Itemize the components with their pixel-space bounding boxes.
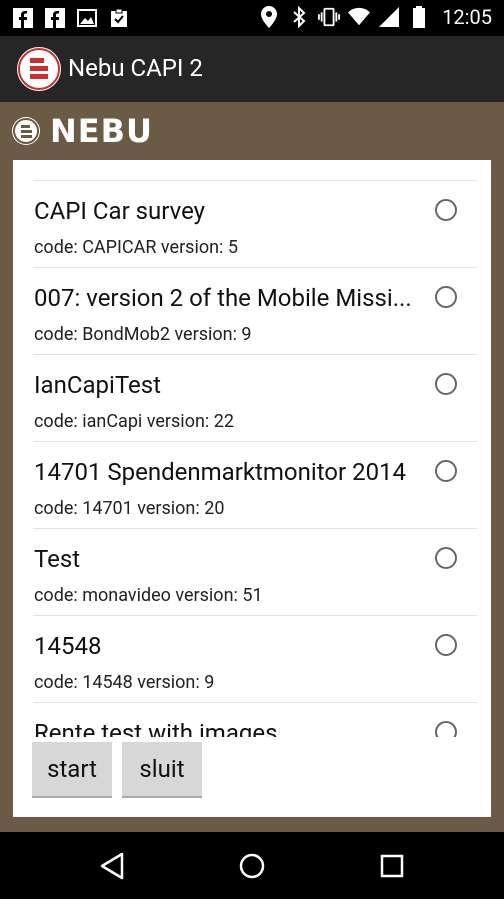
radio-button[interactable] — [435, 634, 457, 656]
radio-button[interactable] — [435, 721, 457, 737]
survey-list[interactable]: CAPI Car survey code: CAPICAR version: 5 0… — [33, 180, 477, 737]
list-item[interactable]: CAPI Car survey code: CAPICAR version: 5 — [33, 181, 477, 268]
wifi-icon — [348, 6, 371, 28]
survey-card: CAPI Car survey code: CAPICAR version: 5 0… — [13, 160, 491, 817]
start-button[interactable]: start — [32, 742, 112, 798]
app-bar: Nebu CAPI 2 — [0, 36, 504, 102]
survey-meta: code: 14548 version: 9 — [34, 672, 215, 693]
list-item[interactable]: Test code: monavideo version: 51 — [33, 529, 477, 616]
bluetooth-icon — [288, 6, 310, 28]
radio-button[interactable] — [435, 286, 457, 308]
radio-button[interactable] — [435, 199, 457, 221]
survey-meta: code: BondMob2 version: 9 — [34, 324, 252, 345]
location-icon — [258, 6, 280, 28]
list-item[interactable]: IanCapiTest code: ianCapi version: 22 — [33, 355, 477, 442]
survey-name: Rente test with images — [34, 719, 278, 737]
facebook-icon — [44, 7, 66, 29]
image-icon — [76, 7, 98, 29]
survey-meta: code: CAPICAR version: 5 — [34, 237, 238, 258]
battery-icon — [408, 6, 430, 28]
survey-meta: code: 14701 version: 20 — [34, 498, 225, 519]
survey-meta: code: ianCapi version: 22 — [34, 411, 234, 432]
survey-name: 007: version 2 of the Mobile Missi... — [34, 284, 412, 312]
app-logo-icon — [17, 47, 61, 91]
brand-wordmark: NEBU — [50, 112, 154, 150]
status-bar: 12:05 — [0, 0, 504, 36]
survey-name: IanCapiTest — [34, 371, 161, 399]
radio-button[interactable] — [435, 373, 457, 395]
list-item[interactable]: 14548 code: 14548 version: 9 — [33, 616, 477, 703]
navigation-bar — [0, 832, 504, 899]
survey-name: Test — [34, 545, 81, 573]
nebu-logo-icon — [12, 117, 40, 145]
list-item[interactable]: 14701 Spendenmarktmonitor 2014 code: 1470… — [33, 442, 477, 529]
signal-icon — [378, 6, 400, 28]
recents-icon[interactable] — [376, 850, 408, 882]
radio-button[interactable] — [435, 460, 457, 482]
survey-name: 14548 — [34, 632, 102, 660]
survey-name: CAPI Car survey — [34, 197, 206, 225]
back-icon[interactable] — [96, 850, 128, 882]
list-item[interactable]: Rente test with images — [33, 703, 477, 737]
radio-button[interactable] — [435, 547, 457, 569]
close-button[interactable]: sluit — [122, 742, 202, 798]
list-item[interactable]: 007: version 2 of the Mobile Missi... cod… — [33, 268, 477, 355]
clock: 12:05 — [442, 5, 492, 29]
clipboard-check-icon — [108, 7, 130, 29]
vibrate-icon — [318, 6, 341, 28]
survey-meta: code: monavideo version: 51 — [34, 585, 263, 606]
home-icon[interactable] — [236, 850, 268, 882]
app-title: Nebu CAPI 2 — [68, 54, 203, 82]
survey-name: 14701 Spendenmarktmonitor 2014 — [34, 458, 407, 486]
facebook-icon — [12, 7, 34, 29]
